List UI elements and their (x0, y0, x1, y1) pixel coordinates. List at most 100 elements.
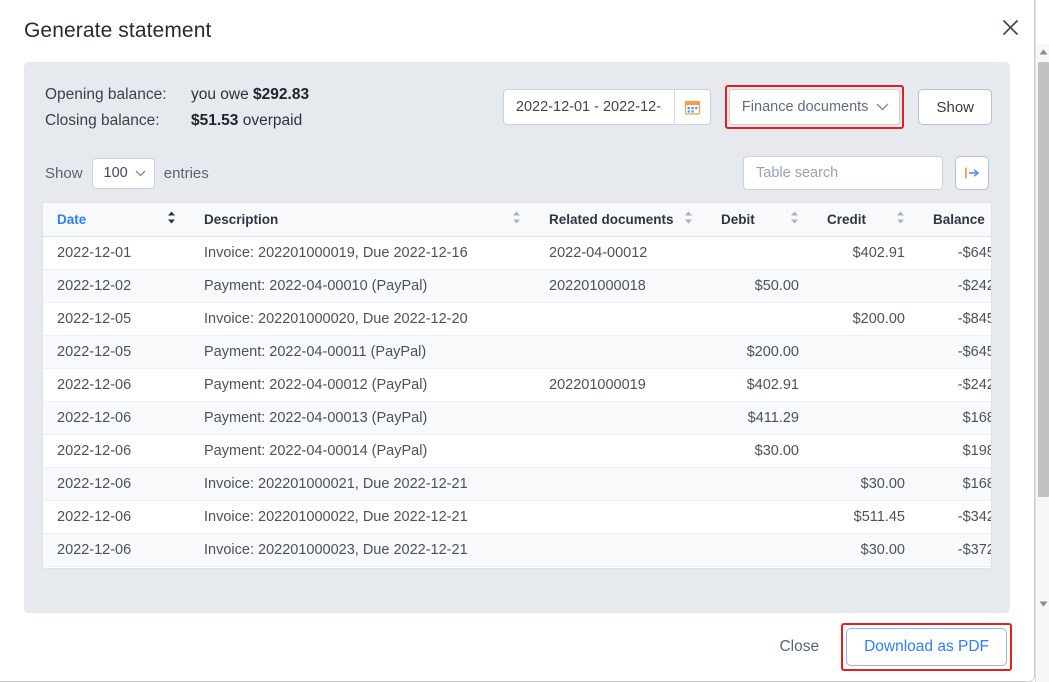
table-row[interactable]: 2022-12-06Invoice: 202201000021, Due 202… (43, 467, 992, 500)
cell-date: 2022-12-01 (43, 236, 190, 269)
statement-panel: Opening balance: you owe $292.83 Closing… (24, 62, 1010, 613)
search-input[interactable] (743, 156, 943, 190)
table-row[interactable]: 2022-12-06Invoice: 202201000022, Due 202… (43, 500, 992, 533)
column-header-credit[interactable]: Credit (813, 203, 919, 236)
column-header-date[interactable]: Date (43, 203, 190, 236)
table-row[interactable]: 2022-12-06Payment: 2022-04-00013 (PayPal… (43, 401, 992, 434)
download-pdf-button[interactable]: Download as PDF (846, 628, 1007, 666)
column-header-credit-label: Credit (827, 212, 866, 227)
cell-credit (813, 434, 919, 467)
table-row[interactable]: 2022-12-02Payment: 2022-04-00010 (PayPal… (43, 269, 992, 302)
cell-date: 2022-12-02 (43, 269, 190, 302)
table-row[interactable]: 2022-12-01Invoice: 202201000019, Due 202… (43, 236, 992, 269)
sort-icon (684, 211, 693, 227)
page-title: Generate statement (24, 19, 211, 43)
opening-balance-amount: $292.83 (253, 86, 309, 103)
column-header-debit-label: Debit (721, 212, 755, 227)
balance-summary: Opening balance: you owe $292.83 Closing… (45, 82, 309, 134)
cell-balance: -$242.83 (919, 368, 992, 401)
cell-description: Invoice: 202201000023, Due 2022-12-21 (190, 533, 535, 566)
sort-icon (167, 211, 176, 227)
opening-balance-label: Opening balance: (45, 82, 191, 108)
table-row[interactable]: 2022-12-06Payment: 2022-04-00012 (PayPal… (43, 368, 992, 401)
closing-balance-amount: $51.53 (191, 112, 238, 129)
sort-icon (512, 211, 521, 227)
cell-credit (813, 401, 919, 434)
column-header-balance[interactable]: Balance (919, 203, 992, 236)
column-header-debit[interactable]: Debit (707, 203, 813, 236)
sort-icon (896, 211, 905, 227)
closing-balance-label: Closing balance: (45, 108, 191, 134)
cell-description: Payment: 2022-04-00012 (PayPal) (190, 368, 535, 401)
show-entries-suffix-label: entries (164, 165, 209, 182)
column-header-description[interactable]: Description (190, 203, 535, 236)
column-header-related-documents-label: Related documents (549, 212, 674, 227)
cell-debit: $200.00 (707, 335, 813, 368)
cell-balance: $27.01 (919, 566, 992, 569)
cell-date: 2022-12-06 (43, 467, 190, 500)
filters-group: Finance documents Show (503, 82, 992, 129)
cell-debit (707, 236, 813, 269)
cell-related-documents (535, 302, 707, 335)
page-scrollbar[interactable] (1035, 0, 1049, 682)
cell-credit: $200.00 (813, 302, 919, 335)
scrollbar-track-top (1036, 0, 1049, 44)
date-range-input[interactable] (504, 90, 674, 124)
cell-description: Payment: 2022-04-00013 (PayPal) (190, 401, 535, 434)
cell-related-documents (535, 566, 707, 569)
chevron-down-icon (876, 99, 889, 115)
cell-balance: -$372.99 (919, 533, 992, 566)
cell-related-documents (535, 500, 707, 533)
export-icon[interactable] (955, 156, 989, 190)
table-row[interactable]: 2022-12-05Invoice: 202201000020, Due 202… (43, 302, 992, 335)
show-button[interactable]: Show (918, 89, 992, 125)
cell-related-documents: 202201000019 (535, 368, 707, 401)
show-entries-group: Show 100 entries (45, 158, 209, 189)
cell-description: Payment: 2022-04-00014 (PayPal) (190, 434, 535, 467)
scrollbar-thumb[interactable] (1038, 62, 1049, 497)
entries-per-page-select[interactable]: 100 (92, 158, 155, 189)
table-controls-row: Show 100 entries (42, 156, 992, 190)
cell-related-documents (535, 467, 707, 500)
column-header-related-documents[interactable]: Related documents (535, 203, 707, 236)
statement-table-container: Date (42, 202, 992, 569)
table-row[interactable]: 2022-12-06Payment: 2022-04-00014 (PayPal… (43, 434, 992, 467)
cell-description: Invoice: 202201000022, Due 2022-12-21 (190, 500, 535, 533)
scroll-up-arrow-icon[interactable] (1036, 44, 1049, 60)
cell-description: Invoice: 202201000021, Due 2022-12-21 (190, 467, 535, 500)
cell-credit (813, 335, 919, 368)
closing-balance-suffix: overpaid (238, 112, 302, 129)
table-row[interactable]: 2022-12-05Payment: 2022-04-00011 (PayPal… (43, 335, 992, 368)
generate-statement-modal: Generate statement Opening balance: you … (0, 0, 1035, 682)
cell-debit: $402.91 (707, 368, 813, 401)
closing-balance-line: Closing balance: $51.53 overpaid (45, 108, 309, 134)
cell-credit: $30.00 (813, 533, 919, 566)
table-row[interactable]: 2022-12-13Payment: 2022-04-00015 (PayPal… (43, 566, 992, 569)
cell-description: Payment: 2022-04-00010 (PayPal) (190, 269, 535, 302)
document-type-select[interactable]: Finance documents (729, 89, 901, 125)
cell-debit: $30.00 (707, 434, 813, 467)
calendar-icon[interactable] (674, 90, 710, 124)
table-row[interactable]: 2022-12-06Invoice: 202201000023, Due 202… (43, 533, 992, 566)
doc-type-highlight: Finance documents (725, 85, 905, 129)
summary-and-filters-row: Opening balance: you owe $292.83 Closing… (42, 82, 992, 134)
column-header-description-label: Description (204, 212, 278, 227)
cell-credit: $511.45 (813, 500, 919, 533)
opening-balance-line: Opening balance: you owe $292.83 (45, 82, 309, 108)
cell-related-documents (535, 533, 707, 566)
cancel-button[interactable]: Close (765, 630, 833, 664)
modal-header: Generate statement (0, 0, 1034, 62)
show-entries-prefix-label: Show (45, 165, 83, 182)
scroll-down-arrow-icon[interactable] (1036, 596, 1049, 612)
cell-date: 2022-12-13 (43, 566, 190, 569)
cell-debit: $411.29 (707, 401, 813, 434)
cell-debit (707, 302, 813, 335)
table-header-row: Date (43, 203, 992, 236)
date-range-field[interactable] (503, 89, 711, 125)
cell-credit: $402.91 (813, 236, 919, 269)
cell-date: 2022-12-06 (43, 434, 190, 467)
cell-balance: $168.46 (919, 401, 992, 434)
cell-date: 2022-12-05 (43, 335, 190, 368)
close-icon[interactable] (994, 11, 1026, 43)
document-type-value: Finance documents (742, 99, 869, 115)
